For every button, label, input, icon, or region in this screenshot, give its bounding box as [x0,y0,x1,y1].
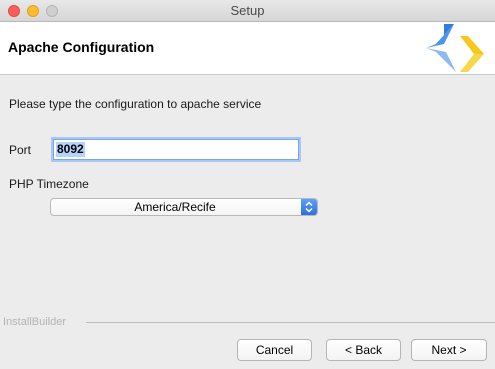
chevron-updown-icon[interactable] [301,199,317,215]
back-button[interactable]: < Back [326,339,401,361]
cancel-button[interactable]: Cancel [237,339,312,361]
timezone-select[interactable]: America/Recife [50,198,318,216]
header-banner: Apache Configuration [0,22,495,75]
port-value-selected-text: 8092 [56,142,85,157]
setup-window: Setup Apache Configuration Please type t… [0,0,495,369]
installbuilder-brand-label: InstallBuilder [3,316,66,328]
port-label: Port [9,143,32,157]
timezone-label: PHP Timezone [9,177,89,191]
port-input[interactable] [53,139,299,160]
timezone-selected-value: America/Recife [134,200,216,214]
instruction-text: Please type the configuration to apache … [9,97,262,111]
installbuilder-logo-icon [426,24,484,72]
page-title: Apache Configuration [8,39,155,55]
window-title: Setup [230,3,265,18]
title-bar: Setup [0,0,495,22]
footer-divider [86,322,495,323]
next-button[interactable]: Next > [411,339,487,361]
